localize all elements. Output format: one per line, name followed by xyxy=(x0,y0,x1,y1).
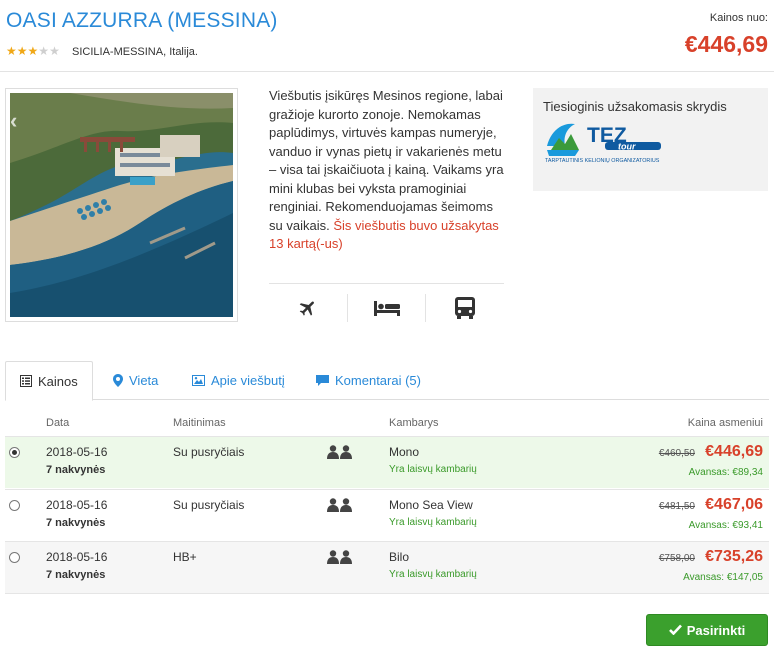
price-from-value: €446,69 xyxy=(684,31,768,57)
row-room: Bilo xyxy=(389,550,410,564)
hotel-title: OASI AZZURRA (MESSINA) xyxy=(6,9,278,32)
price-from-label: Kainos nuo: xyxy=(709,12,768,24)
hotel-location: SICILIA-MESSINA, Italija. xyxy=(72,46,198,58)
picture-icon xyxy=(192,375,205,386)
price-table-header: Data Maitinimas Kambarys Kaina asmeniui xyxy=(5,417,769,433)
hotel-description: Viešbutis įsikūręs Mesinos regione, laba… xyxy=(269,87,505,254)
header-price: Kaina asmeniui xyxy=(687,417,763,429)
hotel-photo[interactable] xyxy=(5,88,238,322)
row-nights: 7 nakvynės xyxy=(46,464,106,476)
row-date: 2018-05-16 xyxy=(46,498,108,512)
table-bottom-border xyxy=(5,593,769,594)
photo-prev-arrow[interactable]: ‹ xyxy=(10,108,17,134)
plane-icon xyxy=(299,301,314,316)
row-meal: Su pusryčiais xyxy=(173,445,245,459)
tab-prices-label: Kainos xyxy=(38,373,78,389)
header-date: Data xyxy=(46,417,70,429)
tab-about-label: Apie viešbutį xyxy=(211,373,285,388)
star-rating: ★★★★★ xyxy=(6,44,60,58)
tab-comments-label: Komentarai (5) xyxy=(335,373,421,388)
star-icon: ★ xyxy=(27,44,39,58)
header-meal: Maitinimas xyxy=(173,417,226,429)
header-rooms: Kambarys xyxy=(389,417,439,429)
list-icon xyxy=(20,375,32,387)
tab-location[interactable]: Vieta xyxy=(113,361,158,400)
row-advance: Avansas: €89,34 xyxy=(688,467,763,478)
star-icon: ★ xyxy=(6,44,17,58)
row-nights: 7 nakvynės xyxy=(46,517,106,529)
row-price: €446,69 xyxy=(705,443,763,460)
row-nights: 7 nakvynės xyxy=(46,569,106,581)
feature-hotel xyxy=(348,294,427,322)
table-row[interactable]: 2018-05-16 7 nakvynės Su pusryčiais Mono… xyxy=(5,489,769,541)
row-select-radio[interactable] xyxy=(9,500,20,511)
map-marker-icon xyxy=(113,374,123,387)
location-region: SICILIA-MESSINA, xyxy=(72,46,167,58)
tab-prices[interactable]: Kainos xyxy=(5,361,93,401)
checkmark-icon xyxy=(668,623,682,638)
tab-location-label: Vieta xyxy=(129,373,159,388)
comment-icon xyxy=(316,374,329,387)
location-country: Italija. xyxy=(169,46,198,58)
bed-icon xyxy=(373,301,400,316)
description-text: Viešbutis įsikūręs Mesinos regione, laba… xyxy=(269,88,504,233)
row-select-radio[interactable] xyxy=(9,552,20,563)
tab-comments[interactable]: Komentarai (5) xyxy=(316,361,421,400)
row-advance: Avansas: €93,41 xyxy=(688,520,763,531)
svg-text:TARPTAUTINIS KELIONIŲ ORGANIZA: TARPTAUTINIS KELIONIŲ ORGANIZATORIUS xyxy=(545,158,660,164)
table-row[interactable]: 2018-05-16 7 nakvynės Su pusryčiais Mono… xyxy=(5,436,769,488)
two-persons-icon xyxy=(327,445,353,462)
tab-about[interactable]: Apie viešbutį xyxy=(192,361,285,400)
star-icon: ★ xyxy=(38,44,50,58)
flight-info-box: Tiesioginis užsakomasis skrydis TEZ tour… xyxy=(533,88,768,191)
row-select-radio[interactable] xyxy=(9,447,20,458)
row-advance: Avansas: €147,05 xyxy=(683,572,763,583)
table-row[interactable]: 2018-05-16 7 nakvynės HB+ Bilo Yra laisv… xyxy=(5,541,769,593)
row-price: €735,26 xyxy=(705,548,763,565)
row-availability: Yra laisvų kambarių xyxy=(389,464,477,475)
row-old-price: €758,00 xyxy=(658,553,695,564)
row-meal: Su pusryčiais xyxy=(173,498,245,512)
feature-flight xyxy=(269,294,348,322)
select-button[interactable]: Pasirinkti xyxy=(646,614,768,646)
flight-label: Tiesioginis užsakomasis skrydis xyxy=(543,99,727,114)
bus-icon xyxy=(455,297,476,319)
row-date: 2018-05-16 xyxy=(46,445,108,459)
header-divider xyxy=(0,71,774,72)
tez-tour-logo: TEZ tour TARPTAUTINIS KELIONIŲ ORGANIZAT… xyxy=(545,120,665,167)
select-button-label: Pasirinkti xyxy=(686,622,746,638)
row-date: 2018-05-16 xyxy=(46,550,108,564)
row-room: Mono xyxy=(389,445,420,459)
svg-text:tour: tour xyxy=(618,142,636,152)
row-old-price: €481,50 xyxy=(658,501,695,512)
star-icon: ★ xyxy=(16,44,28,58)
feature-transfer xyxy=(426,294,504,322)
row-availability: Yra laisvų kambarių xyxy=(389,569,477,580)
two-persons-icon xyxy=(327,498,353,515)
star-icon: ★ xyxy=(49,44,60,58)
features-bar xyxy=(269,283,504,323)
row-old-price: €460,50 xyxy=(658,448,695,459)
row-availability: Yra laisvų kambarių xyxy=(389,517,477,528)
two-persons-icon xyxy=(327,550,353,567)
row-room: Mono Sea View xyxy=(389,498,473,512)
row-price: €467,06 xyxy=(705,496,763,513)
hotel-tabs: Kainos Vieta Apie viešbutį Komentarai (5… xyxy=(5,361,769,401)
row-meal: HB+ xyxy=(173,550,197,564)
